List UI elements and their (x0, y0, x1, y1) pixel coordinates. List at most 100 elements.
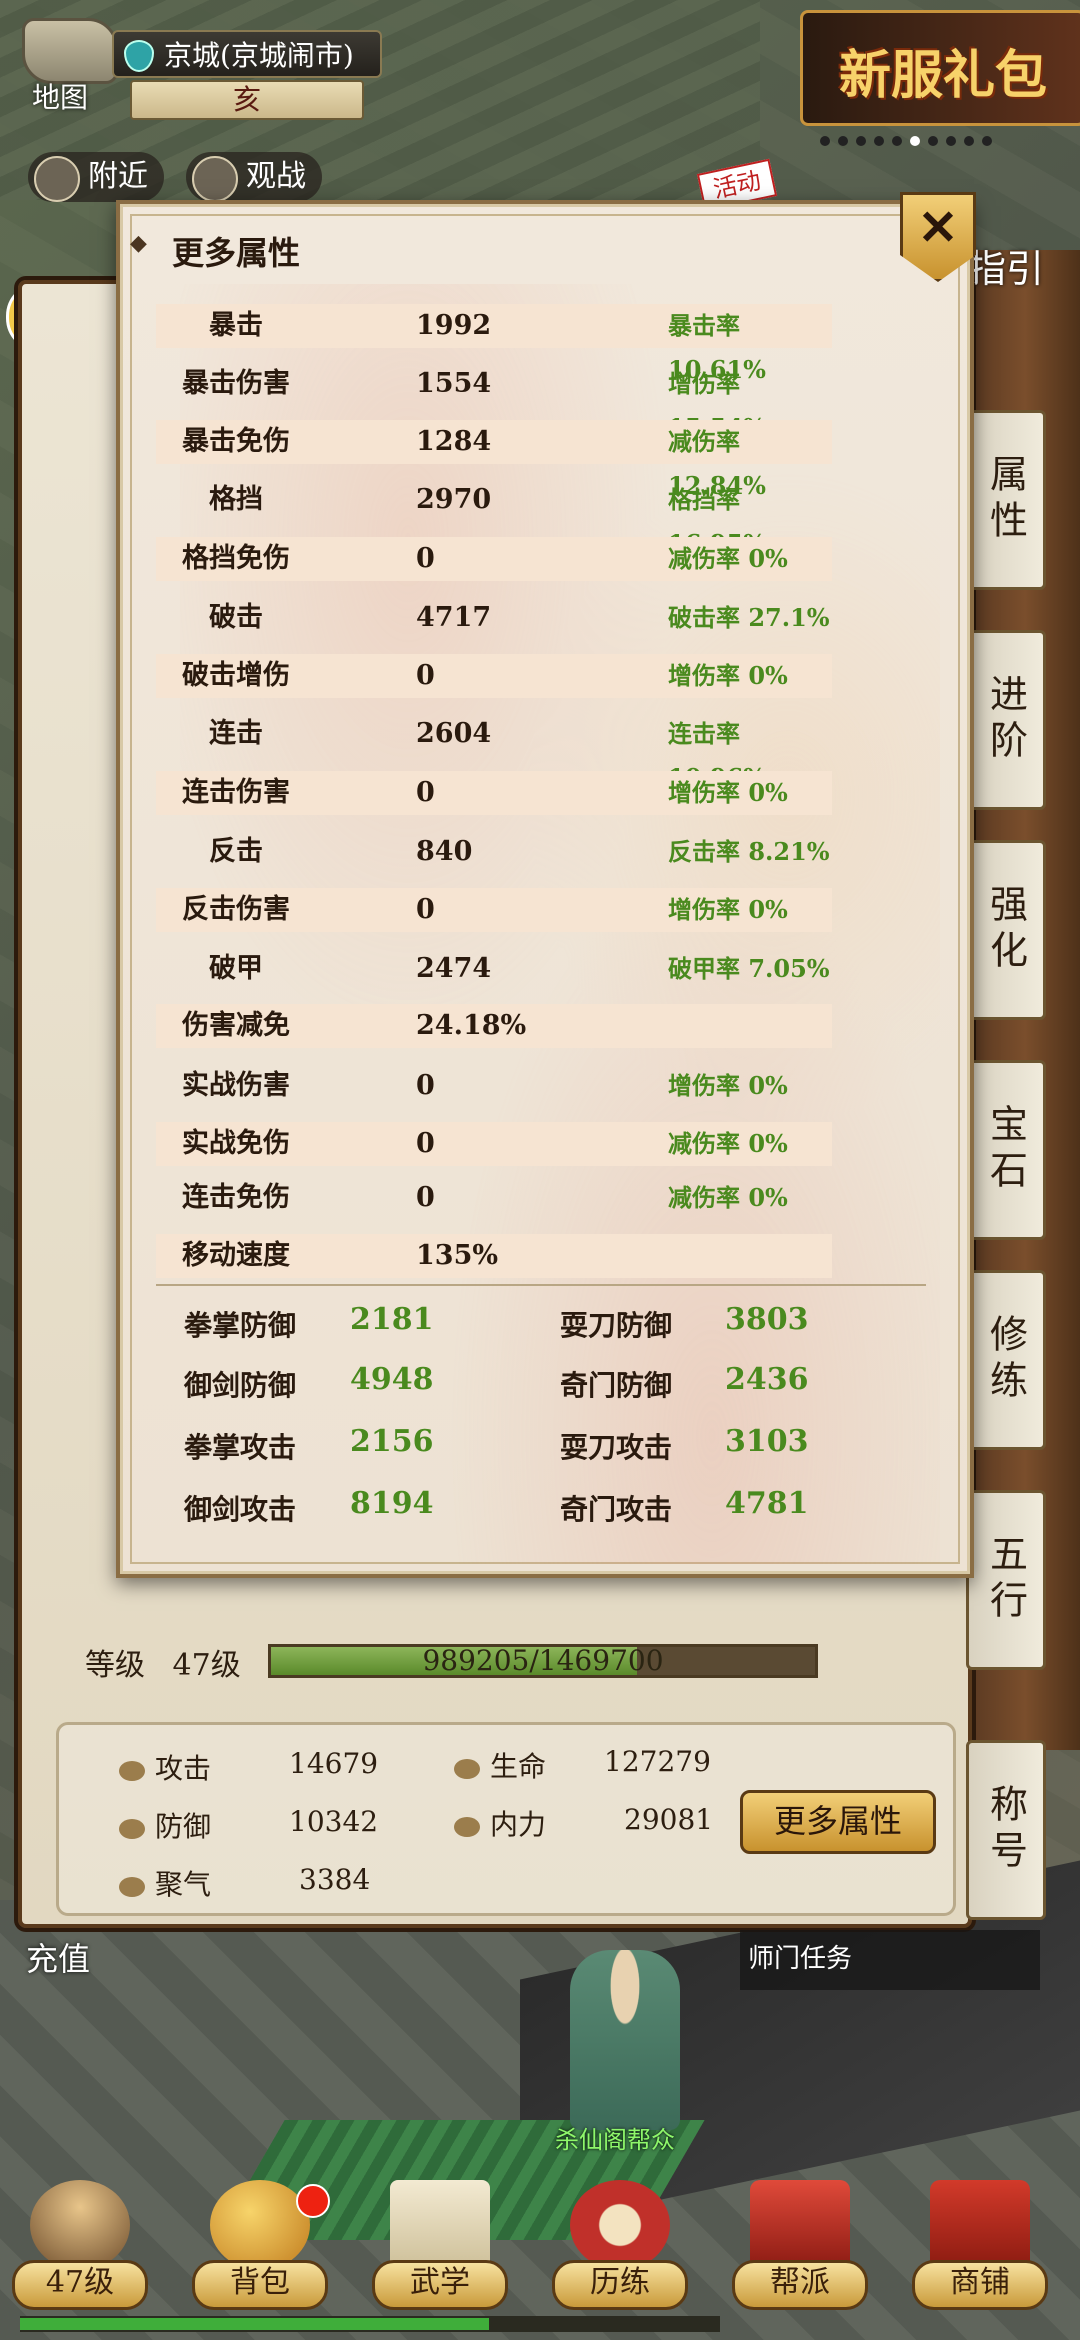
map-label[interactable]: 地图 (32, 76, 88, 116)
stat-defense: 防御 10342 (119, 1805, 378, 1845)
attribute-row: 实战免伤 0 减伤率 0% (156, 1122, 832, 1166)
attribute-value: 0 (416, 660, 435, 691)
defense-icon (119, 1818, 145, 1839)
attribute-name: 格挡 (209, 484, 263, 515)
watch-battle-button[interactable]: 观战 (186, 152, 322, 202)
attribute-value: 4717 (416, 602, 492, 633)
attribute-name: 实战伤害 (182, 1070, 290, 1101)
attribute-value: 0 (416, 543, 435, 574)
tab-gems[interactable]: 宝石 (966, 1060, 1046, 1240)
attribute-row: 连击免伤 0 减伤率 0% (156, 1176, 832, 1220)
nav-experience-label: 历练 (552, 2260, 688, 2310)
attribute-value: 0 (416, 1182, 435, 1213)
attribute-value: 24.18% (416, 1010, 527, 1041)
attribute-value: 2604 (416, 718, 492, 749)
attribute-name: 实战免伤 (182, 1128, 290, 1159)
new-server-gift-banner[interactable]: 新服礼包 (800, 10, 1080, 126)
shop-icon (930, 2180, 1030, 2270)
attribute-name: 暴击伤害 (182, 368, 290, 399)
attribute-name: 伤害减免 (182, 1010, 290, 1041)
attribute-row: 破击 4717 破击率 27.1% (156, 596, 832, 640)
bag-icon (210, 2180, 310, 2270)
heart-icon (454, 1758, 480, 1779)
level-row: 等级 47级 (85, 1640, 241, 1684)
attribute-rate: 减伤率 0% (668, 544, 788, 573)
attribute-name: 格挡免伤 (182, 543, 290, 574)
level-value: 47级 (172, 1648, 241, 1683)
combat-attribute-name: 拳掌防御 (184, 1309, 297, 1342)
drum-icon (570, 2180, 670, 2270)
attribute-row: 伤害减免 24.18% (156, 1004, 832, 1048)
nearby-button[interactable]: 附近 (28, 152, 164, 202)
combat-attribute-value: 4781 (725, 1486, 809, 1521)
attribute-row: 连击2604连击率 10.96% (156, 712, 832, 792)
tab-titles[interactable]: 称号 (966, 1740, 1046, 1920)
watch-icon (192, 156, 238, 202)
attribute-name: 移动速度 (182, 1240, 290, 1271)
attribute-name: 破击增伤 (182, 660, 290, 691)
stat-inner-power: 内力 29081 (454, 1803, 713, 1843)
tab-advance[interactable]: 进阶 (966, 630, 1046, 810)
combat-attribute-value: 4948 (350, 1362, 434, 1397)
attribute-value: 2970 (416, 484, 492, 515)
stat-hp: 生命 127279 (454, 1745, 711, 1785)
attribute-value: 1554 (416, 368, 492, 399)
tab-five-elements[interactable]: 五行 (966, 1490, 1046, 1670)
nearby-icon (34, 156, 80, 202)
attribute-name: 连击伤害 (182, 777, 290, 808)
attribute-value: 0 (416, 777, 435, 808)
nav-guild[interactable]: 帮派 (720, 2180, 880, 2310)
attribute-row: 实战伤害 0 增伤率 0% (156, 1064, 832, 1108)
combat-attribute-value: 2156 (350, 1424, 434, 1459)
npc-character[interactable] (570, 1950, 680, 2130)
section-divider (156, 1284, 926, 1286)
combat-attribute-name: 奇门攻击 (560, 1493, 673, 1526)
tab-training[interactable]: 修练 (966, 1270, 1046, 1450)
combat-attribute-value: 2436 (725, 1362, 809, 1397)
attribute-row: 格挡2970格挡率 16.95% (156, 478, 832, 558)
tab-enhance[interactable]: 强化 (966, 840, 1046, 1020)
recharge-button[interactable]: 充值 (26, 1934, 90, 1980)
attribute-rate: 减伤率 0% (668, 1129, 788, 1158)
map-icon[interactable] (22, 18, 118, 84)
npc-name: 杀仙阁帮众 (555, 2126, 675, 2154)
promo-page-indicator (820, 131, 1060, 146)
quest-tracker[interactable]: 师门任务 (740, 1930, 1040, 1990)
attribute-rate: 反击率 8.21% (668, 837, 830, 866)
attribute-row: 破甲 2474 破甲率 7.05% (156, 947, 832, 991)
attribute-row: 暴击免伤 1284 减伤率 12.84% (156, 420, 832, 500)
nav-experience[interactable]: 历练 (540, 2180, 700, 2310)
nav-guild-label: 帮派 (732, 2260, 868, 2310)
attribute-value: 840 (416, 836, 473, 867)
more-attributes-button[interactable]: 更多属性 (740, 1790, 936, 1854)
attribute-name: 破甲 (209, 953, 263, 984)
bottom-exp-fill (20, 2318, 489, 2330)
combat-attribute-name: 拳掌攻击 (184, 1431, 297, 1464)
attribute-name: 反击 (209, 836, 263, 867)
scroll-icon (390, 2180, 490, 2270)
combat-attribute-name: 奇门防御 (560, 1369, 673, 1402)
combat-attribute-value: 8194 (350, 1486, 434, 1521)
attribute-row: 移动速度 135% (156, 1234, 832, 1278)
exp-text: 989205/1469700 (422, 1644, 664, 1677)
focus-icon (119, 1876, 145, 1897)
tab-attributes[interactable]: 属性 (966, 410, 1046, 590)
nav-martial-arts-label: 武学 (372, 2260, 508, 2310)
attribute-value: 1992 (416, 310, 492, 341)
guide-label[interactable]: 指引 (968, 238, 1044, 293)
nav-martial-arts[interactable]: 武学 (360, 2180, 520, 2310)
bottom-exp-bar (20, 2316, 720, 2332)
dialog-title: 更多属性 (130, 228, 300, 274)
combat-attribute-value: 2181 (350, 1302, 434, 1337)
notification-badge (296, 2184, 330, 2218)
nav-shop-label: 商铺 (912, 2260, 1048, 2310)
nav-bag-label: 背包 (192, 2260, 328, 2310)
attribute-rate: 增伤率 0% (668, 661, 788, 690)
attribute-name: 连击免伤 (182, 1182, 290, 1213)
nav-shop[interactable]: 商铺 (900, 2180, 1060, 2310)
nav-bag[interactable]: 背包 (180, 2180, 340, 2310)
watch-label: 观战 (246, 159, 306, 194)
nav-character[interactable]: 47级 (0, 2180, 160, 2310)
exp-bar: 989205/1469700 (268, 1644, 818, 1678)
combat-attribute-name: 御剑攻击 (184, 1493, 297, 1526)
